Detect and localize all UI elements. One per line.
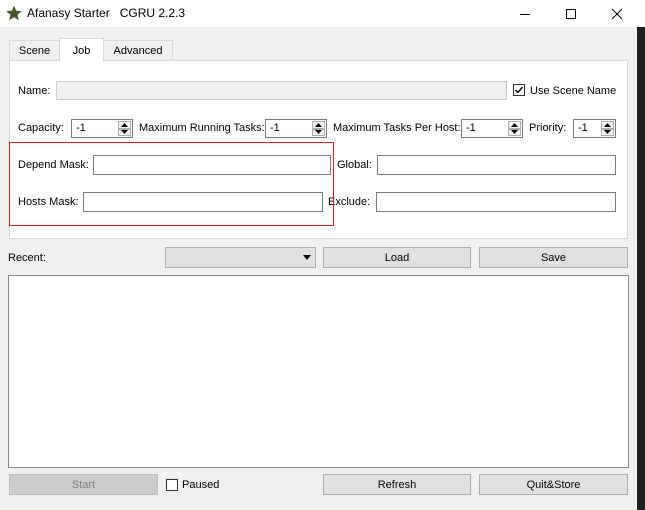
paused-checkbox[interactable]: [166, 479, 178, 491]
max-running-tasks-value: -1: [270, 122, 280, 134]
priority-increment-button[interactable]: [601, 121, 614, 129]
tab-advanced[interactable]: Advanced: [103, 40, 173, 61]
arrow-up-icon: [511, 122, 518, 127]
max-tasks-per-host-increment-button[interactable]: [508, 121, 521, 129]
recent-dropdown[interactable]: [165, 247, 316, 268]
minimize-button[interactable]: [502, 0, 548, 27]
maximize-icon: [566, 8, 576, 19]
capacity-spinbox[interactable]: -1: [71, 119, 133, 138]
tab-scene[interactable]: Scene: [9, 40, 60, 61]
tab-job[interactable]: Job: [59, 38, 104, 62]
tab-scene-label: Scene: [18, 45, 51, 57]
close-button[interactable]: [594, 0, 640, 27]
arrow-up-icon: [315, 122, 322, 127]
max-tasks-per-host-spinbox[interactable]: -1: [461, 119, 523, 138]
refresh-button[interactable]: Refresh: [323, 474, 471, 495]
use-scene-name-checkbox[interactable]: [513, 84, 525, 96]
window-title: Afanasy Starter CGRU 2.2.3: [27, 6, 185, 20]
priority-decrement-button[interactable]: [601, 128, 614, 136]
use-scene-name-label: Use Scene Name: [530, 85, 617, 97]
max-running-tasks-spinbox[interactable]: -1: [265, 119, 327, 138]
title-bar-extension: [637, 0, 645, 27]
arrow-down-icon: [315, 130, 322, 135]
recent-label: Recent:: [8, 252, 46, 264]
output-text-area[interactable]: [8, 275, 629, 468]
start-button[interactable]: Start: [9, 474, 158, 495]
refresh-button-label: Refresh: [377, 478, 417, 491]
checkmark-icon: [515, 86, 524, 94]
arrow-down-icon: [121, 130, 128, 135]
max-tasks-per-host-value: -1: [466, 122, 476, 134]
load-button-label: Load: [384, 251, 410, 264]
global-label: Global:: [337, 159, 372, 171]
capacity-label: Capacity:: [18, 122, 64, 134]
depend-mask-label: Depend Mask:: [18, 159, 89, 171]
priority-value: -1: [578, 122, 588, 134]
name-input[interactable]: [56, 81, 507, 100]
hosts-mask-input[interactable]: [83, 192, 323, 212]
hosts-mask-label: Hosts Mask:: [18, 196, 79, 208]
arrow-up-icon: [604, 122, 611, 127]
name-label: Name:: [18, 85, 51, 97]
capacity-increment-button[interactable]: [118, 121, 131, 129]
arrow-down-icon: [511, 130, 518, 135]
minimize-icon: [520, 13, 530, 15]
max-running-tasks-label: Maximum Running Tasks:: [139, 122, 265, 134]
start-button-label: Start: [71, 478, 96, 491]
max-tasks-per-host-decrement-button[interactable]: [508, 128, 521, 136]
arrow-up-icon: [121, 122, 128, 127]
arrow-down-icon: [604, 130, 611, 135]
exclude-label: Exclude:: [328, 196, 371, 208]
quit-store-button[interactable]: Quit&Store: [479, 474, 628, 495]
paused-label: Paused: [182, 479, 220, 491]
tab-job-label: Job: [72, 44, 91, 57]
exclude-input[interactable]: [376, 192, 616, 212]
priority-label: Priority:: [529, 122, 567, 134]
depend-mask-input[interactable]: [93, 155, 331, 175]
app-name: Afanasy Starter: [27, 6, 110, 20]
max-running-tasks-increment-button[interactable]: [312, 121, 325, 129]
maximize-button[interactable]: [548, 0, 594, 27]
capacity-value: -1: [76, 122, 86, 134]
chevron-down-icon: [303, 255, 311, 260]
save-button[interactable]: Save: [479, 247, 628, 268]
load-button[interactable]: Load: [323, 247, 471, 268]
desktop-background-strip: [637, 0, 645, 510]
global-input[interactable]: [377, 155, 616, 175]
max-running-tasks-decrement-button[interactable]: [312, 128, 325, 136]
close-icon: [611, 8, 623, 19]
quit-store-button-label: Quit&Store: [526, 478, 581, 491]
star-icon: [6, 5, 22, 21]
tab-advanced-label: Advanced: [113, 45, 163, 57]
save-button-label: Save: [540, 251, 567, 264]
capacity-decrement-button[interactable]: [118, 128, 131, 136]
priority-spinbox[interactable]: -1: [573, 119, 616, 138]
app-version: CGRU 2.2.3: [119, 6, 186, 20]
max-tasks-per-host-label: Maximum Tasks Per Host:: [333, 122, 461, 134]
